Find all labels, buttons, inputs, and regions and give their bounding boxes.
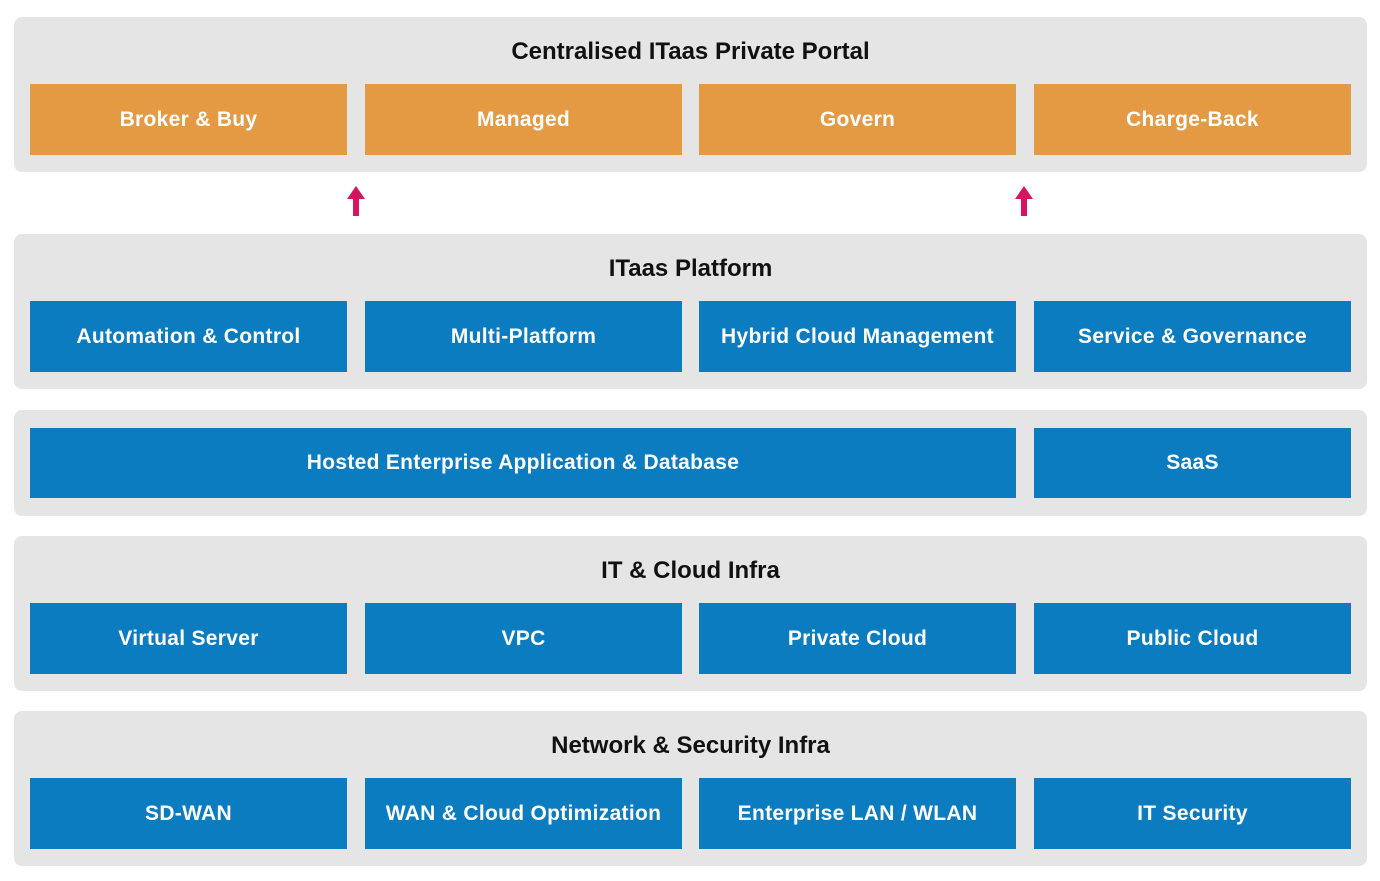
network-infra-item-enterprise-lan-wlan: Enterprise LAN / WLAN bbox=[699, 778, 1016, 849]
portal-item-govern: Govern bbox=[699, 84, 1016, 155]
platform-layer: ITaas Platform Automation & Control Mult… bbox=[14, 234, 1367, 389]
arrow-up-icon bbox=[347, 186, 365, 216]
platform-item-hybrid-cloud-management: Hybrid Cloud Management bbox=[699, 301, 1016, 372]
platform-title: ITaas Platform bbox=[608, 255, 773, 282]
platform-item-automation-control: Automation & Control bbox=[30, 301, 347, 372]
network-infra-item-sd-wan: SD-WAN bbox=[30, 778, 347, 849]
applications-item-hosted-enterprise: Hosted Enterprise Application & Database bbox=[30, 428, 1016, 498]
cloud-infra-title: IT & Cloud Infra bbox=[601, 557, 780, 584]
applications-layer: Hosted Enterprise Application & Database… bbox=[14, 410, 1367, 516]
cloud-infra-item-public-cloud: Public Cloud bbox=[1034, 603, 1351, 674]
applications-item-saas: SaaS bbox=[1034, 428, 1351, 498]
cloud-infra-layer: IT & Cloud Infra Virtual Server VPC Priv… bbox=[14, 536, 1367, 691]
platform-item-service-governance: Service & Governance bbox=[1034, 301, 1351, 372]
arrow-up-shape bbox=[347, 186, 365, 216]
portal-layer: Centralised ITaas Private Portal Broker … bbox=[14, 17, 1367, 172]
network-infra-title: Network & Security Infra bbox=[551, 732, 830, 759]
network-infra-item-it-security: IT Security bbox=[1034, 778, 1351, 849]
portal-item-charge-back: Charge-Back bbox=[1034, 84, 1351, 155]
platform-item-multi-platform: Multi-Platform bbox=[365, 301, 682, 372]
portal-item-broker-buy: Broker & Buy bbox=[30, 84, 347, 155]
cloud-infra-item-private-cloud: Private Cloud bbox=[699, 603, 1016, 674]
portal-title: Centralised ITaas Private Portal bbox=[511, 38, 870, 65]
arrow-up-icon bbox=[1015, 186, 1033, 216]
cloud-infra-item-vpc: VPC bbox=[365, 603, 682, 674]
network-infra-item-wan-cloud-optimization: WAN & Cloud Optimization bbox=[365, 778, 682, 849]
portal-item-managed: Managed bbox=[365, 84, 682, 155]
network-infra-layer: Network & Security Infra SD-WAN WAN & Cl… bbox=[14, 711, 1367, 866]
arrow-up-shape bbox=[1015, 186, 1033, 216]
cloud-infra-item-virtual-server: Virtual Server bbox=[30, 603, 347, 674]
